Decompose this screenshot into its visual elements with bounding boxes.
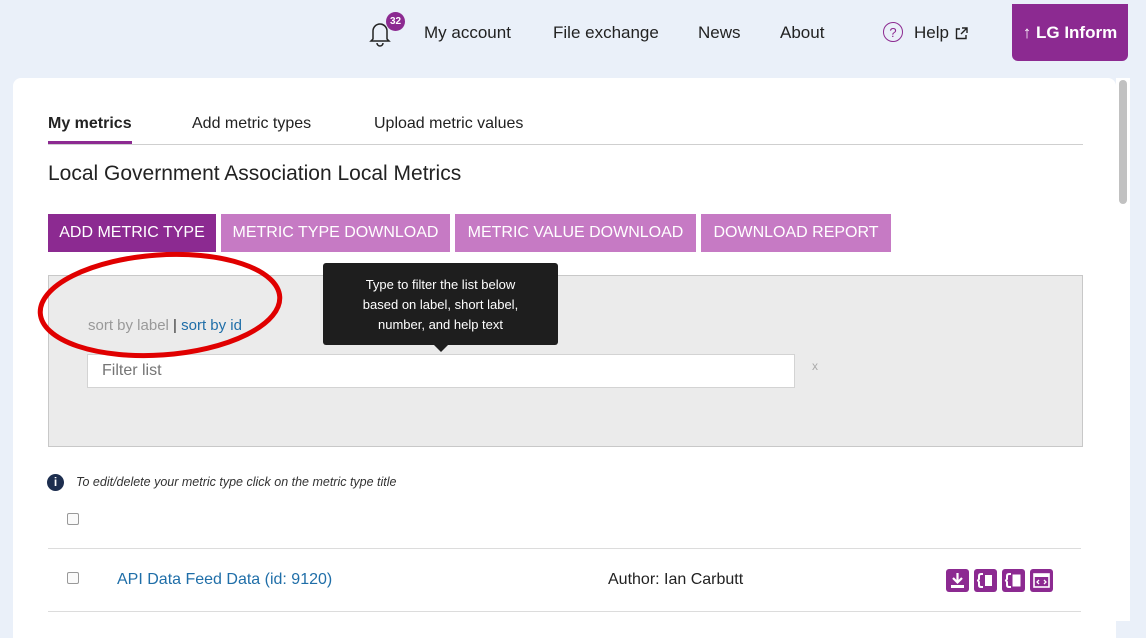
lg-inform-button[interactable]: ↑ LG Inform bbox=[1012, 4, 1128, 61]
notification-count-badge[interactable]: 32 bbox=[386, 12, 405, 31]
nav-about[interactable]: About bbox=[780, 23, 824, 43]
code-icon[interactable] bbox=[1030, 569, 1053, 592]
main-card: My metrics Add metric types Upload metri… bbox=[13, 78, 1116, 638]
download-icon[interactable] bbox=[946, 569, 969, 592]
info-text: To edit/delete your metric type click on… bbox=[76, 475, 397, 489]
sort-separator: | bbox=[173, 317, 177, 334]
clear-filter-icon[interactable]: x bbox=[812, 359, 818, 373]
add-metric-type-button[interactable]: ADD METRIC TYPE bbox=[48, 214, 216, 252]
tab-my-metrics[interactable]: My metrics bbox=[48, 115, 132, 144]
tooltip-line: based on label, short label, bbox=[362, 297, 519, 312]
row-divider bbox=[48, 611, 1081, 612]
external-link-icon bbox=[955, 27, 968, 45]
help-question-icon[interactable]: ? bbox=[883, 22, 903, 42]
download-report-button[interactable]: DOWNLOAD REPORT bbox=[701, 214, 891, 252]
metric-type-download-button[interactable]: METRIC TYPE DOWNLOAD bbox=[221, 214, 450, 252]
metric-author: Author: Ian Carbutt bbox=[608, 571, 744, 588]
sort-by-id-link[interactable]: sort by id bbox=[181, 317, 242, 334]
tab-upload-metric-values[interactable]: Upload metric values bbox=[374, 115, 523, 133]
sort-by-label-link[interactable]: sort by label bbox=[88, 317, 169, 334]
export-values-icon[interactable] bbox=[1002, 569, 1025, 592]
filter-panel: sort by label | sort by id x bbox=[48, 275, 1083, 447]
select-all-checkbox[interactable] bbox=[67, 513, 79, 525]
info-icon: i bbox=[47, 474, 64, 491]
tooltip-line: Type to filter the list below bbox=[365, 277, 516, 292]
scrollbar-thumb[interactable] bbox=[1119, 80, 1127, 204]
row-divider bbox=[48, 548, 1081, 549]
tab-add-metric-types[interactable]: Add metric types bbox=[192, 115, 311, 133]
nav-file-exchange[interactable]: File exchange bbox=[553, 23, 659, 43]
nav-help[interactable]: Help bbox=[914, 23, 949, 43]
metric-type-title-link[interactable]: API Data Feed Data (id: 9120) bbox=[117, 571, 332, 589]
metric-value-download-button[interactable]: METRIC VALUE DOWNLOAD bbox=[455, 214, 696, 252]
row-checkbox[interactable] bbox=[67, 572, 79, 584]
scrollbar[interactable] bbox=[1116, 78, 1130, 621]
top-navigation: 32 My account File exchange News About ?… bbox=[0, 0, 1146, 66]
tab-bar: My metrics Add metric types Upload metri… bbox=[48, 113, 1083, 145]
page-title: Local Government Association Local Metri… bbox=[48, 162, 462, 185]
nav-my-account[interactable]: My account bbox=[424, 23, 511, 43]
export-icon[interactable] bbox=[974, 569, 997, 592]
sort-options: sort by label | sort by id bbox=[88, 317, 242, 334]
tooltip-line: number, and help text bbox=[377, 317, 504, 332]
nav-news[interactable]: News bbox=[698, 23, 741, 43]
filter-list-input[interactable] bbox=[87, 354, 795, 388]
filter-tooltip: Type to filter the list below based on l… bbox=[323, 263, 558, 352]
